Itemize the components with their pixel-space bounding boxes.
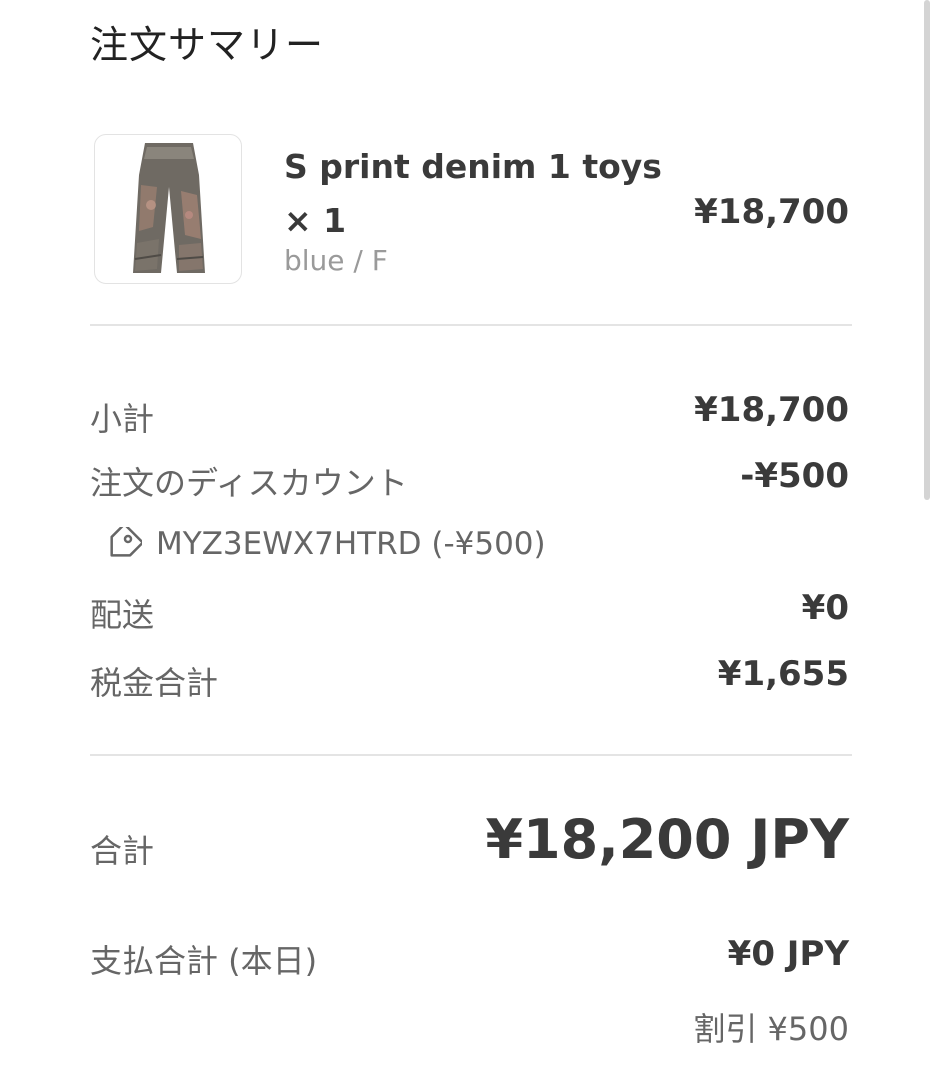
payment-due-label: 支払合計 (本日) — [90, 942, 318, 980]
discount-code-text: MYZ3EWX7HTRD (-¥500) — [156, 526, 546, 562]
tag-icon — [110, 527, 142, 557]
payment-due-value: ¥0 JPY — [727, 934, 849, 974]
jeans-image — [133, 143, 205, 273]
divider — [90, 754, 852, 756]
shipping-label: 配送 — [90, 596, 155, 634]
subtotal-label: 小計 — [90, 400, 155, 438]
product-name: S print denim 1 toys × 1 — [284, 147, 662, 240]
total-label: 合計 — [90, 832, 155, 870]
discount-label: 注文のディスカウント — [90, 464, 408, 502]
tax-label: 税金合計 — [90, 664, 219, 702]
line-item-price: ¥18,700 — [694, 192, 849, 232]
page-title: 注文サマリー — [90, 23, 325, 67]
tax-value: ¥1,655 — [717, 654, 849, 694]
product-thumbnail — [94, 134, 242, 284]
scrollbar[interactable] — [924, 0, 930, 500]
savings-text: 割引 ¥500 — [693, 1010, 849, 1048]
discount-code-row: MYZ3EWX7HTRD (-¥500) — [104, 526, 546, 562]
subtotal-value: ¥18,700 — [694, 390, 849, 430]
divider — [90, 324, 852, 326]
total-value: ¥18,200 JPY — [485, 808, 849, 871]
shipping-value: ¥0 — [801, 588, 849, 628]
discount-value: -¥500 — [740, 456, 849, 496]
product-variant: blue / F — [284, 244, 388, 277]
